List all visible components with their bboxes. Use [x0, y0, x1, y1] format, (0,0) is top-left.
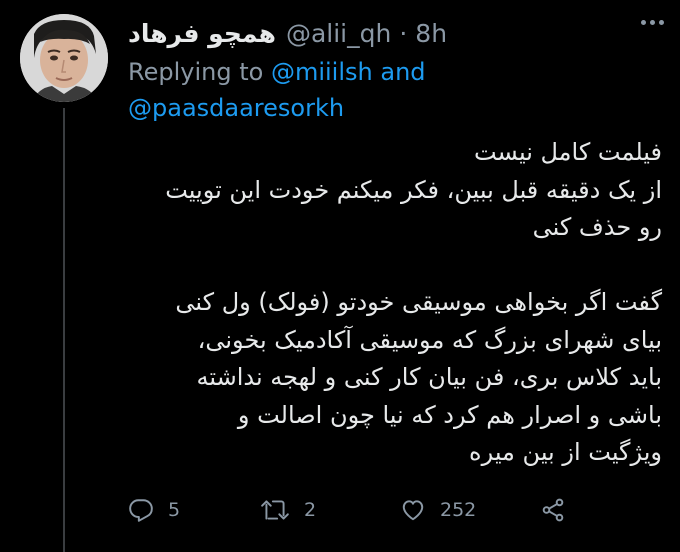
reply-button[interactable]: 5 [128, 494, 180, 526]
more-options-icon[interactable] [641, 20, 664, 25]
share-button[interactable] [540, 494, 566, 526]
reply-count: 5 [168, 499, 181, 521]
tweet-text-line: ویژگیت از بین میره [469, 438, 662, 466]
replying-to: Replying to @miiilsh and @paasdaaresorkh [128, 54, 648, 126]
tweet-text-line: از یک دقیقه قبل ببین، فکر میکنم خودت این… [165, 175, 662, 204]
tweet: همچو فرهاد @alii_qh · 8h Replying to @mi… [0, 0, 680, 552]
mention-conjunction[interactable]: and [380, 58, 425, 86]
tweet-text-line: فیلمت کامل نیست [473, 138, 662, 166]
user-handle[interactable]: @alii_qh [286, 19, 391, 48]
mention-link[interactable]: @paasdaaresorkh [128, 94, 344, 122]
retweet-icon [261, 500, 289, 520]
heart-icon [402, 500, 424, 521]
retweet-button[interactable]: 2 [260, 494, 316, 526]
timestamp[interactable]: 8h [415, 19, 447, 48]
thread-line [63, 108, 65, 552]
tweet-header: همچو فرهاد @alii_qh · 8h [128, 14, 447, 52]
tweet-text-line: رو حذف کنی [532, 213, 662, 241]
action-bar: 5 2 252 [128, 494, 578, 526]
tweet-text-line: باید کلاس بری، فن بیان کار کنی و لهجه ند… [196, 363, 662, 391]
avatar-photo [20, 14, 108, 102]
tweet-text-line: گفت اگر بخواهی موسیقی خودتو (فولک) ول کن… [175, 288, 662, 316]
retweet-count: 2 [304, 499, 317, 521]
tweet-text-line [128, 247, 662, 285]
like-button[interactable]: 252 [400, 494, 476, 526]
mention-link[interactable]: @miiilsh [271, 58, 373, 86]
display-name[interactable]: همچو فرهاد [128, 19, 276, 48]
like-count: 252 [440, 499, 477, 521]
tweet-text-line: بیای شهرای بزرگ که موسیقی آکادمیک بخونی، [197, 325, 662, 354]
replying-prefix: Replying to [128, 58, 264, 86]
reply-icon [129, 499, 153, 522]
tweet-text-line: باشی و اصرار هم کرد که نیا چون اصالت و [237, 400, 662, 429]
share-icon [542, 498, 564, 522]
separator-dot: · [399, 18, 408, 48]
tweet-text: فیلمت کامل نیست از یک دقیقه قبل ببین، فک… [128, 134, 662, 472]
avatar[interactable] [20, 14, 108, 102]
